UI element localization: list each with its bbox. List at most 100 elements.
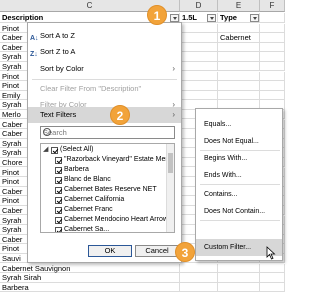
submenu-arrow-icon: ›	[172, 110, 175, 119]
type-cell[interactable]	[218, 61, 260, 72]
size-cell[interactable]	[180, 23, 218, 33]
submenu-item-ends-with[interactable]: Ends With...	[196, 167, 282, 184]
list-item-label: (Select All)	[60, 146, 94, 153]
size-cell[interactable]	[180, 273, 218, 283]
list-item-label: "Razorback Vineyard" Estate Merl	[64, 156, 170, 163]
list-item[interactable]: Barbera	[41, 165, 166, 175]
column-header-f[interactable]: F	[260, 0, 285, 12]
f-cell[interactable]	[260, 52, 285, 62]
f-cell[interactable]	[260, 263, 285, 273]
table-row: Barbera	[0, 282, 285, 293]
f-cell[interactable]	[260, 90, 285, 101]
list-item-label: Cabernet Franc	[64, 206, 113, 213]
size-cell[interactable]	[180, 61, 218, 72]
size-cell[interactable]	[180, 33, 218, 43]
callout-3: 3	[175, 242, 195, 262]
type-cell[interactable]	[218, 282, 260, 293]
f-cell[interactable]	[260, 42, 285, 53]
type-cell[interactable]	[218, 23, 260, 33]
description-cell[interactable]: Barbera	[0, 282, 180, 293]
filter-menu: A↓ Sort A to Z Z↓ Sort Z to A Sort by Co…	[27, 22, 182, 263]
submenu-item-does-not-contain[interactable]: Does Not Contain...	[196, 203, 282, 220]
list-item-label: Cabernet Bates Reserve NET	[64, 186, 157, 193]
f-cell[interactable]	[260, 61, 285, 72]
ok-button[interactable]: OK	[88, 245, 132, 257]
type-filter-dropdown[interactable]	[250, 14, 259, 22]
f-cell[interactable]	[260, 81, 285, 91]
description-cell[interactable]: Cabernet Sauvignon	[0, 263, 180, 273]
list-item-label: Cabernet Mendocino Heart Arrow	[64, 216, 168, 223]
type-cell[interactable]	[218, 273, 260, 283]
column-header-d[interactable]: D	[180, 0, 218, 12]
f-cell[interactable]	[260, 282, 285, 293]
size-cell[interactable]	[180, 90, 218, 101]
collapse-toggle-icon[interactable]: ◢	[43, 145, 48, 155]
filter-value-list[interactable]: ◢ (Select All) "Razorback Vineyard" Estate…	[40, 143, 175, 233]
type-cell[interactable]	[218, 71, 260, 81]
list-scrollbar[interactable]	[166, 144, 174, 232]
list-item[interactable]: Cabernet Franc	[41, 205, 166, 215]
checkbox[interactable]	[55, 186, 62, 194]
type-cell[interactable]: Cabernet	[218, 33, 260, 43]
list-item[interactable]: "Razorback Vineyard" Estate Merl	[41, 155, 170, 165]
description-cell[interactable]: Syrah Sirah	[0, 273, 180, 283]
submenu-item-does-not-equal[interactable]: Does Not Equal...	[196, 133, 282, 150]
column-header-e[interactable]: E	[218, 0, 260, 12]
f-cell[interactable]	[260, 273, 285, 283]
checkbox[interactable]	[55, 196, 62, 204]
size-cell[interactable]	[180, 71, 218, 81]
submenu-item-contains[interactable]: Contains...	[196, 186, 282, 203]
sort-za-label: Sort Z to A	[40, 47, 76, 56]
sort-by-color-label: Sort by Color	[40, 64, 84, 73]
checkbox[interactable]	[51, 146, 58, 154]
type-cell[interactable]	[218, 81, 260, 91]
search-input[interactable]: Search	[40, 126, 175, 139]
text-filters-submenu: Equals... Does Not Equal... Begins With...…	[195, 108, 283, 261]
clear-filter[interactable]: Clear Filter From "Description"	[28, 81, 181, 97]
callout-2: 2	[110, 105, 130, 125]
checkbox[interactable]	[55, 206, 62, 214]
list-item[interactable]: Cabernet Mendocino Heart Arrow	[41, 215, 168, 225]
sort-az-label: Sort A to Z	[40, 31, 76, 40]
type-cell[interactable]	[218, 90, 260, 101]
size-cell[interactable]	[180, 81, 218, 91]
f-header-cell[interactable]	[260, 13, 285, 23]
size-cell[interactable]	[180, 52, 218, 62]
text-filters-label: Text Filters	[40, 110, 77, 119]
checkbox[interactable]	[55, 156, 62, 164]
checkbox[interactable]	[55, 176, 62, 184]
description-filter-dropdown[interactable]	[170, 14, 179, 22]
f-cell[interactable]	[260, 33, 285, 43]
callout-1: 1	[147, 5, 167, 25]
table-row: Cabernet Sauvignon	[0, 263, 285, 273]
list-item[interactable]: Cabernet California	[41, 195, 166, 205]
size-cell[interactable]	[180, 42, 218, 53]
checkbox[interactable]	[55, 166, 62, 174]
checkbox[interactable]	[55, 226, 62, 232]
list-item[interactable]: Cabernet Bates Reserve NET	[41, 185, 166, 195]
size-cell[interactable]	[180, 263, 218, 273]
submenu-item-equals[interactable]: Equals...	[196, 116, 282, 133]
submenu-separator	[200, 184, 280, 185]
text-filters[interactable]: Text Filters ›	[28, 107, 181, 123]
list-item[interactable]: ◢ (Select All)	[41, 145, 166, 155]
type-cell[interactable]	[218, 42, 260, 53]
submenu-separator	[200, 220, 280, 221]
table-row: Syrah Sirah	[0, 273, 285, 283]
size-cell[interactable]	[180, 282, 218, 293]
size-filter-dropdown[interactable]	[207, 14, 216, 22]
scrollbar-thumb[interactable]	[168, 153, 173, 173]
sort-by-color[interactable]: Sort by Color ›	[28, 61, 181, 77]
sort-a-to-z[interactable]: A↓ Sort A to Z	[28, 28, 181, 44]
f-cell[interactable]	[260, 23, 285, 33]
cancel-button[interactable]: Cancel	[135, 245, 179, 257]
list-item[interactable]: Cabernet Sa...	[41, 225, 166, 232]
clear-filter-label: Clear Filter From "Description"	[40, 84, 142, 93]
type-cell[interactable]	[218, 263, 260, 273]
submenu-item-begins-with[interactable]: Begins With...	[196, 150, 282, 167]
f-cell[interactable]	[260, 71, 285, 81]
list-item[interactable]: Blanc de Blanc	[41, 175, 166, 185]
sort-z-to-a[interactable]: Z↓ Sort Z to A	[28, 44, 181, 60]
checkbox[interactable]	[55, 216, 62, 224]
type-cell[interactable]	[218, 52, 260, 62]
